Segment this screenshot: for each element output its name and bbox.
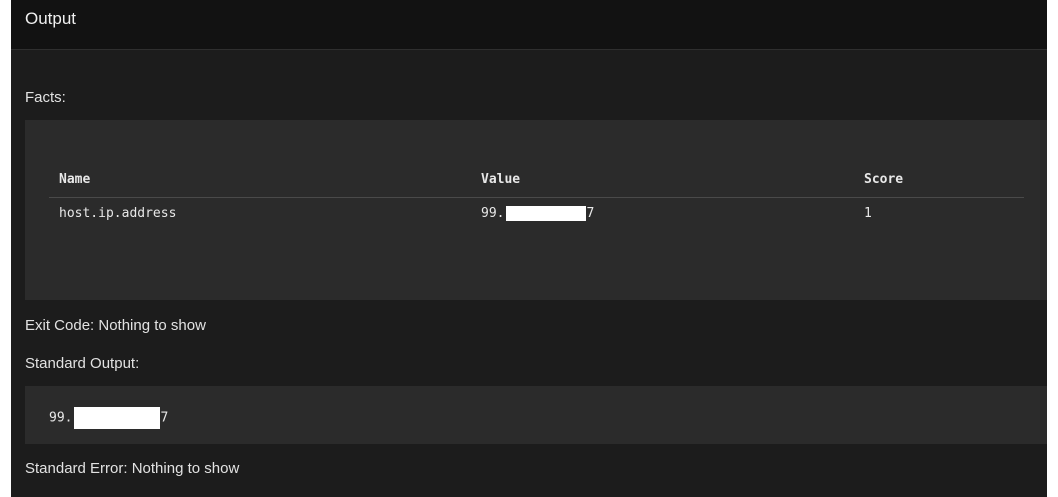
fact-value-cell: 99. 7 [471, 198, 854, 221]
fact-name-cell: host.ip.address [59, 206, 177, 221]
column-header-score: Score [854, 168, 1024, 198]
column-header-name: Name [49, 168, 471, 198]
stdout-value-prefix: 99. [49, 410, 73, 426]
table-row: host.ip.address 99. 7 1 [49, 198, 1024, 221]
panel-header: Output [11, 0, 1047, 50]
stdout-value-suffix: 7 [160, 410, 169, 426]
facts-table: Name Value Score host.ip.address 99. 7 1 [49, 168, 1024, 221]
fact-value-suffix: 7 [586, 206, 595, 221]
redaction-block [74, 407, 161, 429]
redaction-block [506, 206, 587, 221]
fact-value-prefix: 99. [481, 206, 505, 221]
facts-label: Facts: [25, 89, 66, 106]
output-panel: Output Facts: Name Value Score host.ip.a… [11, 0, 1047, 497]
exit-code-text: Exit Code: Nothing to show [25, 317, 206, 334]
standard-output-box: 99. 7 [25, 386, 1047, 444]
fact-score-cell: 1 [864, 206, 872, 221]
panel-title: Output [25, 9, 77, 28]
facts-header-row: Name Value Score [49, 168, 1024, 198]
facts-box: Name Value Score host.ip.address 99. 7 1 [25, 120, 1047, 300]
standard-output-label: Standard Output: [25, 355, 140, 372]
standard-error-text: Standard Error: Nothing to show [25, 460, 240, 477]
standard-output-value: 99. 7 [49, 407, 168, 429]
column-header-value: Value [471, 168, 854, 198]
